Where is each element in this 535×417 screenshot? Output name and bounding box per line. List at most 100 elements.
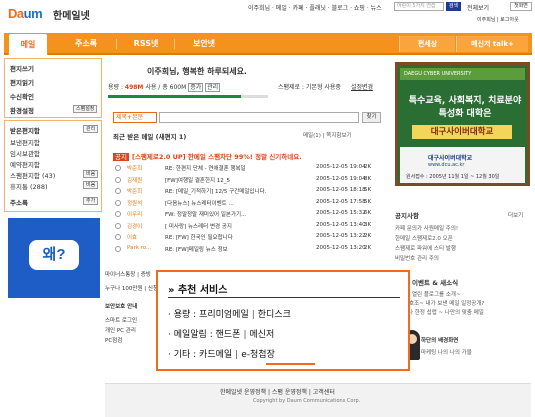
mail-subject[interactable]: [FW]여행일 결혼한지 12_5: [165, 176, 315, 184]
global-links[interactable]: 이주희님 · 메일 · 카페 · 플래닛 · 블로그 · 쇼핑 · 뉴스: [248, 3, 382, 12]
mail-subject[interactable]: RE: [메일_기적하기] 12/5 구간메일입니다.: [165, 187, 315, 195]
notice-item[interactable]: 스팸제로 파워에 스티 발행: [395, 244, 456, 252]
mail-subject[interactable]: [다음뉴스] 뉴스레터이벤트 ...: [165, 199, 315, 207]
empty-trash-button[interactable]: 비움: [83, 181, 99, 189]
mail-size: 2K: [364, 164, 372, 170]
list-item[interactable]: 개인 PC 관리: [105, 326, 136, 334]
list-item[interactable]: 스마트 로그인: [105, 316, 137, 324]
settings-link[interactable]: 환경설정: [10, 105, 34, 115]
ad-header: DAEGU CYBER UNIVERSITY: [400, 68, 525, 80]
table-row[interactable]: 김재원 [FW]여행일 결혼한지 12_5 2005-12-05 19:04 8K: [113, 176, 381, 186]
all-view-link[interactable]: 전체보기: [467, 3, 489, 12]
phone-link[interactable]: 핸드폰: [216, 330, 241, 340]
usage-used: 498M: [124, 84, 144, 91]
trash-link[interactable]: 휴지통 (288): [10, 181, 48, 191]
tab-messenger[interactable]: 메신저 talk+: [456, 36, 528, 52]
notice-item[interactable]: 카페 문의가 사원메일 주의!: [395, 224, 458, 232]
home-button[interactable]: 첫화면: [510, 2, 532, 11]
top-search-input[interactable]: 어린이 5가지 연습: [394, 2, 444, 11]
add-address-button[interactable]: 추가: [83, 197, 99, 205]
read-mail-link[interactable]: 편지읽기: [10, 77, 34, 87]
mail-checkbox[interactable]: [115, 176, 121, 183]
table-row[interactable]: 박준희 RE: 한편지 단체 - 연애결혼 행복일 2005-12-05 19:04…: [113, 164, 381, 174]
e-invitation-link[interactable]: e-청첩장: [241, 350, 275, 360]
tab-pyunsesang[interactable]: 편세상: [399, 36, 455, 52]
handisk-link[interactable]: 한디스크: [258, 310, 291, 320]
spam-filter-link[interactable]: 설정변경: [351, 82, 373, 91]
event-item[interactable]: 북호조~ 내가 보낸 메일 일정공개?: [404, 299, 484, 307]
table-row[interactable]: 이우리 FW: 정말정말 재미있어 일본가기... 2005-12-05 15:32…: [113, 210, 381, 220]
mail-subject[interactable]: [ 미사랑] 뉴스레터 변경 공지: [165, 222, 315, 230]
event-item[interactable]: 열린 플로그를 소개~: [412, 290, 461, 298]
mail-checkbox[interactable]: [115, 234, 121, 240]
list-item[interactable]: 누구나 100만원 | 신청: [105, 284, 158, 292]
mail-search-button[interactable]: 찾기: [362, 112, 381, 123]
quota-fill: [108, 95, 241, 98]
table-row[interactable]: 김경이 [ 미사랑] 뉴스레터 변경 공지 2005-12-05 13:40 3K: [113, 222, 381, 232]
popup-row-etc: · 기타 : 카드메일 | e-청첩장: [168, 350, 275, 360]
manage-button[interactable]: 관리: [83, 125, 99, 133]
reserved-link[interactable]: 예약편지함: [10, 159, 40, 169]
mail-subject[interactable]: FW: 정말정말 재미있어 일본가기...: [165, 210, 315, 218]
event-item[interactable]: 나 한정 섭렵 ~ 나만의 맞춤 메일: [408, 308, 484, 316]
spam-link[interactable]: 스팸편지함 (43): [10, 170, 55, 180]
mailbox-list: 받은편지함 관리 보낸편지함 임시보관함 예약편지함 스팸편지함 (43) 비움…: [4, 120, 102, 212]
row-label: · 용량 :: [168, 310, 200, 320]
mail-checkbox[interactable]: [115, 245, 121, 252]
mail-checkbox[interactable]: [115, 222, 121, 229]
usage-increase-button[interactable]: 증가: [188, 83, 204, 92]
usage-manage-button[interactable]: 관리: [205, 83, 221, 92]
write-mail-link[interactable]: 편지쓰기: [10, 63, 34, 73]
search-type-select[interactable]: 제목+본문: [113, 112, 157, 123]
popup-row-storage: · 용량 : 프리미엄메일 | 한디스크: [168, 310, 291, 320]
user-info[interactable]: 이주희님 | 로그아웃: [477, 16, 519, 23]
mail-checkbox[interactable]: [115, 165, 121, 171]
mail-sender: Park ro...: [127, 244, 152, 251]
notice-row[interactable]: 공지 [스팸제로2.0 UP] 한메일 스팸차단 99%! 정말 신기하네요.: [113, 151, 302, 161]
inbox-link[interactable]: 받은편지함: [10, 125, 40, 135]
notice-item[interactable]: 한메일 스팸제로2.0 오픈: [395, 234, 453, 242]
notice-section-title: 공지사항: [395, 212, 419, 220]
receipt-check-link[interactable]: 수신확인: [10, 91, 34, 101]
university-ad[interactable]: DAEGU CYBER UNIVERSITY 특수교육, 사회복지, 치료분야 …: [395, 62, 530, 186]
address-link[interactable]: 주소록: [10, 197, 28, 207]
main-nav: 메일 주소록 RSS넷 보안넷 편세상 메신저 talk+: [4, 33, 532, 55]
mail-checkbox[interactable]: [115, 199, 121, 206]
tab-security[interactable]: 보안넷: [184, 33, 224, 55]
tab-mail[interactable]: 메일: [8, 33, 48, 55]
table-row[interactable]: 박준희 RE: [메일_기적하기] 12/5 구간메일입니다. 2005-12-05…: [113, 187, 381, 197]
tab-addressbook[interactable]: 주소록: [64, 33, 108, 55]
mail-subject[interactable]: RE: [FW] 한국인 필요합니다: [165, 233, 315, 241]
mail-subject[interactable]: RE: 한편지 단체 - 연애결혼 행복일: [165, 164, 315, 172]
table-row[interactable]: 정원석 [다음뉴스] 뉴스레터이벤트 ... 2005-12-05 17:58 5K: [113, 199, 381, 209]
messenger-link[interactable]: 메신저: [250, 330, 275, 340]
footer-links[interactable]: 한메일넷 운영정책 | 스팸 운영정책 | 고객센터: [220, 387, 335, 396]
sent-link[interactable]: 보낸편지함: [10, 137, 40, 147]
table-row[interactable]: Park ro... RE: [FW]메일링 뉴스 정보 2005-12-05 13…: [113, 245, 381, 255]
mail-checkbox[interactable]: [115, 188, 121, 194]
skin-title[interactable]: 하단의 배경화면: [421, 336, 458, 344]
left-ad-banner[interactable]: 왜?: [8, 218, 100, 298]
list-item[interactable]: 마이너스통장 | 증빙: [105, 270, 151, 278]
tab-rss[interactable]: RSS넷: [126, 33, 166, 55]
spam-settings-button[interactable]: 스팸설정: [73, 105, 98, 113]
mail-subject[interactable]: RE: [FW]메일링 뉴스 정보: [165, 245, 315, 253]
temp-link[interactable]: 임시보관함: [10, 148, 40, 158]
list-item[interactable]: PC점검: [105, 336, 122, 344]
recent-mail-title: 최근 받은 메일 (새편지 1): [113, 133, 187, 141]
table-row[interactable]: 이효 RE: [FW] 한국인 필요합니다 2005-12-05 13:22 2K: [113, 233, 381, 243]
mail-sender: 이우리: [127, 212, 143, 218]
empty-spam-button[interactable]: 비움: [83, 170, 99, 178]
daum-logo[interactable]: Daum: [8, 6, 43, 21]
mail-search-row: 제목+본문 찾기: [113, 112, 381, 124]
popup-divider: [168, 297, 400, 298]
mail-search-input[interactable]: [159, 112, 359, 123]
card-mail-link[interactable]: 카드메일: [199, 350, 232, 360]
premium-mail-link[interactable]: 프리미엄메일: [199, 310, 249, 320]
mail-checkbox[interactable]: [115, 211, 121, 217]
notice-more-link[interactable]: 더보기: [508, 211, 523, 219]
top-search-button[interactable]: 검색: [446, 2, 461, 11]
usage-label: 용량 :: [108, 84, 123, 91]
recent-mail-links[interactable]: 메일(1) | 쪽지함보기: [303, 131, 352, 139]
notice-item[interactable]: 비밀번호 관리 주의: [395, 254, 439, 262]
